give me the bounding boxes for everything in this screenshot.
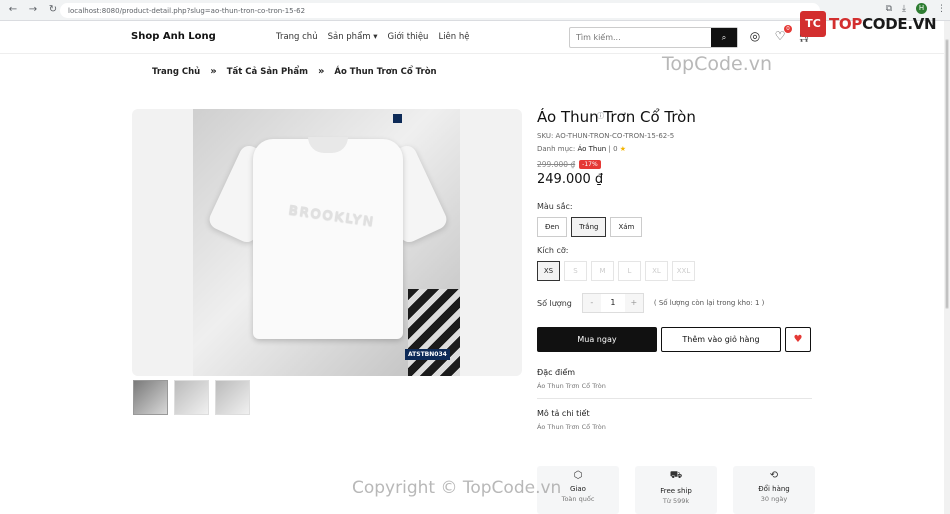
add-to-cart-button[interactable]: Thêm vào giỏ hàng: [661, 327, 781, 352]
user-icon[interactable]: ◎: [748, 29, 762, 43]
topcode-watermark-logo: TC TOPCODE.VN: [800, 11, 937, 37]
address-bar[interactable]: ⓘ localhost:8080/product-detail.php?slug…: [60, 3, 820, 120]
brand-logo[interactable]: Shop Anh Long: [131, 31, 216, 42]
add-to-wishlist-button[interactable]: ♥: [785, 327, 811, 352]
color-option-gray[interactable]: Xám: [610, 217, 643, 237]
quantity-stepper: - 1 +: [581, 293, 644, 313]
quantity-row: Số lượng - 1 + ( Số lượng còn lại trong …: [537, 293, 812, 313]
product-info: Áo Thun Trơn Cổ Tròn SKU: AO-THUN-TRON-C…: [537, 108, 812, 431]
breadcrumb-separator: »: [317, 66, 325, 77]
quantity-decrease-button[interactable]: -: [582, 294, 601, 312]
category-link[interactable]: Áo Thun: [577, 145, 606, 153]
action-buttons: Mua ngay Thêm vào giỏ hàng ♥: [537, 327, 812, 352]
watermark-copyright: Copyright © TopCode.vn: [352, 478, 562, 498]
size-option-m[interactable]: M: [591, 261, 614, 281]
color-options: Đen Trắng Xám: [537, 217, 812, 237]
color-option-white[interactable]: Trắng: [571, 217, 607, 237]
product-category: Danh mục: Áo Thun | 0 ★: [537, 145, 627, 153]
size-label: Kích cỡ:: [537, 246, 569, 255]
striped-fabric: [408, 289, 460, 376]
perk-title: Đổi hàng: [758, 485, 790, 493]
size-option-xs[interactable]: XS: [537, 261, 560, 281]
perk-free-ship: ⛟ Free ship Từ 599k: [635, 466, 717, 514]
forward-icon[interactable]: →: [26, 3, 40, 17]
url-text: localhost:8080/product-detail.php?slug=a…: [68, 6, 306, 15]
menu-item-about[interactable]: Giới thiệu: [388, 32, 429, 42]
watermark-site: TopCode.vn: [662, 53, 773, 75]
size-option-xl[interactable]: XL: [645, 261, 668, 281]
product-main-image[interactable]: BROOKLYN ATSTBN034: [193, 109, 460, 376]
divider: [537, 398, 812, 399]
buy-now-button[interactable]: Mua ngay: [537, 327, 657, 352]
brand-tag: [393, 114, 402, 123]
perk-sub: Từ 599k: [662, 497, 690, 505]
stock-info: ( Số lượng còn lại trong kho: 1 ): [653, 299, 765, 307]
product-sku: SKU: AO-THUN-TRON-CO-TRON-15-62-5: [537, 132, 675, 140]
size-option-xxl[interactable]: XXL: [672, 261, 695, 281]
rating-value: 0: [613, 145, 618, 153]
category-label: Danh mục:: [537, 145, 576, 153]
shirt-body: [253, 139, 403, 339]
search-button[interactable]: ⌕: [711, 28, 737, 47]
features-heading[interactable]: Đặc điểm: [537, 368, 812, 377]
breadcrumb-separator: »: [210, 66, 217, 77]
features-text: Áo Thun Trơn Cổ Tròn: [537, 382, 606, 390]
quantity-label: Số lượng: [537, 298, 572, 308]
search-icon: ⌕: [721, 32, 727, 42]
topcode-text-a: TOP: [829, 15, 863, 33]
breadcrumb-home[interactable]: Trang Chủ: [152, 67, 200, 77]
scrollbar-thumb[interactable]: [945, 39, 949, 309]
star-icon: ★: [619, 145, 627, 153]
image-sku-label: ATSTBN034: [405, 349, 450, 360]
size-option-s[interactable]: S: [564, 261, 587, 281]
perk-exchange: ⟲ Đổi hàng 30 ngày: [733, 466, 815, 514]
menu-icon[interactable]: ⋮: [937, 4, 946, 14]
product-title: Áo Thun Trơn Cổ Tròn: [537, 108, 696, 126]
color-label: Màu sắc:: [537, 202, 573, 211]
color-option-black[interactable]: Đen: [537, 217, 568, 237]
back-icon[interactable]: ←: [6, 3, 20, 17]
menu-item-products[interactable]: Sản phẩm ▾: [328, 32, 378, 42]
topcode-text-b: CODE.VN: [862, 15, 937, 33]
perk-sub: 30 ngày: [760, 495, 788, 503]
quantity-increase-button[interactable]: +: [624, 294, 643, 312]
wishlist-badge: 0: [784, 25, 792, 33]
thumbnail-2[interactable]: [174, 380, 209, 415]
size-options: XS S M L XL XXL: [537, 261, 812, 281]
search-box: ⌕: [569, 27, 738, 48]
breadcrumb: Trang Chủ » Tất Cả Sản Phẩm » Áo Thun Tr…: [152, 66, 437, 77]
wishlist-icon[interactable]: ♡ 0: [773, 25, 792, 43]
old-price: 299.000 ₫: [537, 160, 576, 169]
size-option-l[interactable]: L: [618, 261, 641, 281]
refresh-icon: ⟲: [769, 470, 779, 481]
search-input[interactable]: [570, 28, 711, 47]
current-price: 249.000 ₫: [537, 172, 604, 187]
topcode-mark: TC: [800, 11, 826, 37]
page-scrollbar[interactable]: [944, 21, 950, 514]
breadcrumb-current: Áo Thun Trơn Cổ Tròn: [334, 66, 437, 77]
heart-icon: ♥: [793, 334, 803, 345]
product-gallery: BROOKLYN ATSTBN034: [132, 109, 522, 376]
menu-item-home[interactable]: Trang chủ: [276, 32, 318, 42]
menu-item-contact[interactable]: Liên hệ: [438, 32, 469, 42]
quantity-input[interactable]: 1: [601, 294, 625, 312]
description-text: Áo Thun Trơn Cổ Tròn: [537, 423, 606, 431]
description-heading[interactable]: Mô tả chi tiết: [537, 409, 812, 418]
reload-icon[interactable]: ↻: [46, 3, 60, 17]
perks-row: ⬡ Giao Toàn quốc ⛟ Free ship Từ 599k ⟲ Đ…: [537, 466, 815, 514]
car-icon: ⛟: [669, 470, 683, 481]
thumbnail-list: [133, 380, 250, 415]
main-menu: Trang chủ Sản phẩm ▾ Giới thiệu Liên hệ: [276, 32, 470, 42]
breadcrumb-all-products[interactable]: Tất Cả Sản Phẩm: [227, 67, 308, 77]
thumbnail-1[interactable]: [133, 380, 168, 415]
discount-badge: -17%: [579, 160, 601, 169]
perk-title: Free ship: [660, 487, 692, 495]
thumbnail-3[interactable]: [215, 380, 250, 415]
